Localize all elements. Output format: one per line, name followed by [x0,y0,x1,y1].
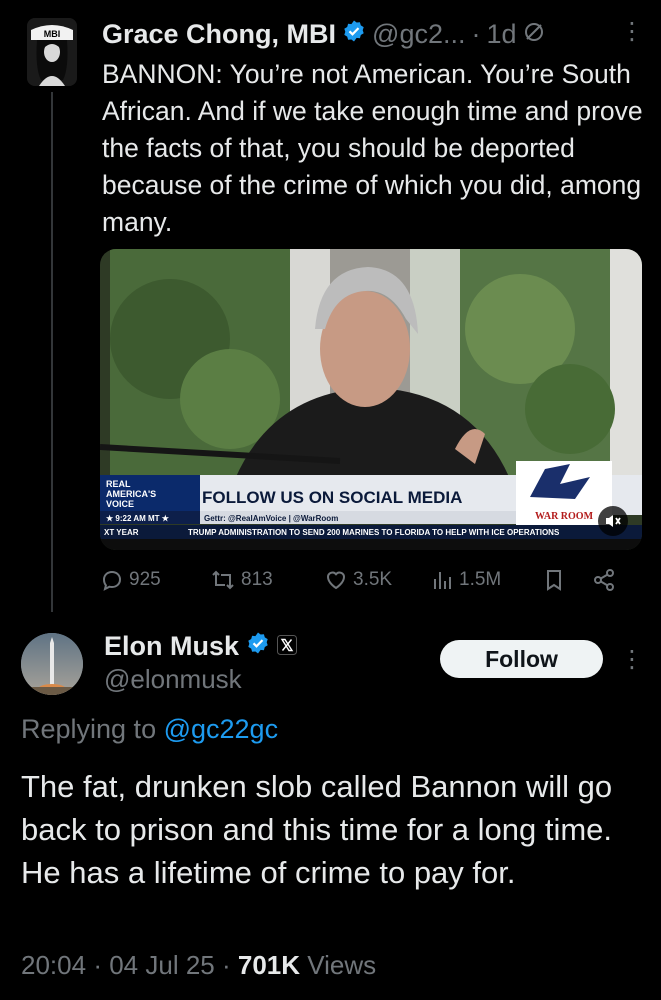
tweet-text: BANNON: You’re not American. You’re Sout… [102,59,643,237]
timestamp[interactable]: 20:04 [21,950,86,980]
views-count: 701K [237,950,301,980]
like-icon [326,571,346,590]
author-handle[interactable]: @elonmusk [104,664,242,695]
reply-count: 925 [129,569,161,590]
lower-third-headline: FOLLOW US ON SOCIAL MEDIA [202,488,462,507]
date[interactable]: 04 Jul 25 [109,950,215,980]
no-reply-icon [523,19,545,50]
video-player[interactable]: REAL AMERICA'S VOICE ★ 9:22 AM MT ★ FOLL… [100,249,642,550]
repost-count: 813 [241,569,273,590]
avatar[interactable] [21,633,83,695]
news-ticker: TRUMP ADMINISTRATION TO SEND 200 MARINES… [188,528,560,537]
ticker-left: XT YEAR [104,528,139,537]
x-logo-icon [277,631,298,662]
like-button[interactable]: 3.5K [324,568,432,592]
mute-icon[interactable] [598,506,628,536]
show-logo: WAR ROOM [535,511,594,522]
separator-dot: · [93,950,102,980]
more-options-icon[interactable]: ⋮ [620,648,644,672]
replying-to: Replying to @gc22gc [21,714,278,745]
avatar[interactable]: MBI [27,18,77,86]
time-tag: ★ 9:22 AM MT ★ [106,514,170,523]
views-count: 1.5M [459,569,502,590]
tweet-header: Elon Musk [104,628,298,664]
verified-badge-icon [342,19,366,50]
tweet-header: Grace Chong, MBI @gc2... · 1d [102,14,642,54]
follow-button[interactable]: Follow [440,640,603,678]
author-name[interactable]: Grace Chong, MBI [102,19,336,50]
views-icon [434,572,451,589]
thread-line [51,92,53,612]
views-button[interactable]: 1.5M [432,568,544,592]
verified-badge-icon [246,631,270,662]
timestamp[interactable]: 1d [486,19,516,50]
more-options-icon[interactable]: ⋮ [620,20,644,44]
like-count: 3.5K [353,569,393,590]
repost-button[interactable]: 813 [210,568,324,592]
author-name[interactable]: Elon Musk [104,631,239,662]
replying-prefix: Replying to [21,714,164,744]
views-label: Views [307,950,377,980]
lower-third-subline: Gettr: @RealAmVoice | @WarRoom [204,514,338,523]
separator-dot: · [221,950,231,980]
tweet-text: The fat, drunken slob called Bannon will… [21,769,613,890]
avatar-badge: MBI [44,29,61,39]
reply-icon [102,570,122,591]
reply-button[interactable]: 925 [100,568,210,592]
replying-handle-link[interactable]: @gc22gc [164,714,278,744]
share-icon[interactable] [592,568,616,592]
tweet-meta: 20:04 · 04 Jul 25 · 701K Views [21,950,376,981]
bookmark-icon[interactable] [544,568,592,592]
tweet-actions: 925 813 3.5K 1.5M [100,562,640,598]
repost-icon [212,570,234,590]
logo-line3: VOICE [106,499,134,509]
logo-line2: AMERICA'S [106,489,156,499]
author-handle[interactable]: @gc2... [372,19,465,50]
separator-dot: · [471,18,481,49]
logo-line1: REAL [106,479,131,489]
